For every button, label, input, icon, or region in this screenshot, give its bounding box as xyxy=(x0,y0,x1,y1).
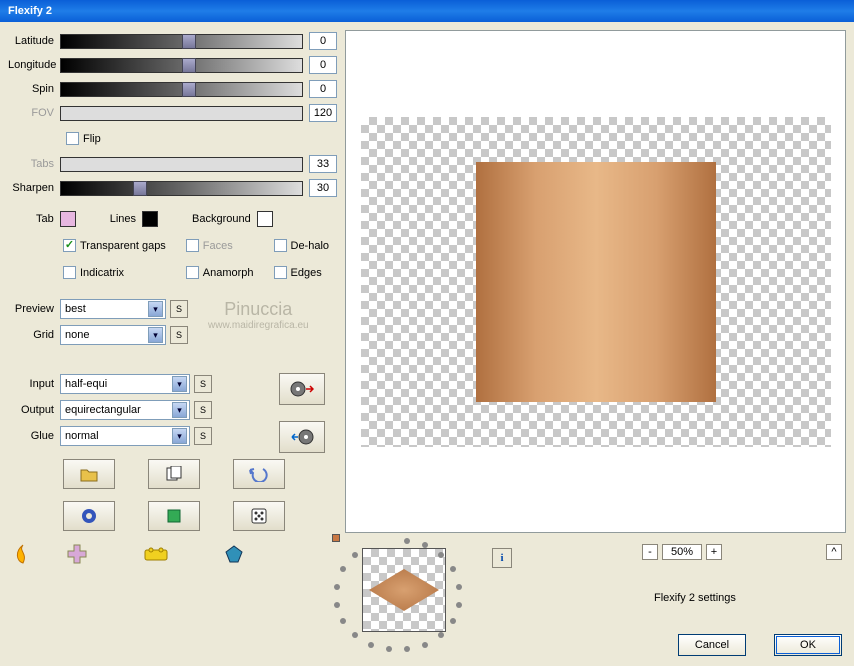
cd-import-button[interactable] xyxy=(279,421,325,453)
cancel-button[interactable]: Cancel xyxy=(678,634,746,656)
tool-torus-button[interactable] xyxy=(63,501,115,531)
sharpen-slider[interactable] xyxy=(60,181,303,196)
sharpen-value[interactable]: 30 xyxy=(309,179,337,197)
chevron-down-icon xyxy=(172,428,187,444)
tab-color-label: Tab xyxy=(36,213,54,225)
tool-open-button[interactable] xyxy=(63,459,115,489)
navigator-thumbnail[interactable] xyxy=(362,548,446,632)
watermark-line2: www.maidiregrafica.eu xyxy=(208,320,309,331)
spin-value[interactable]: 0 xyxy=(309,80,337,98)
anamorph-label: Anamorph xyxy=(203,267,254,279)
glue-s-button[interactable]: S xyxy=(194,427,212,445)
glue-select[interactable]: normal xyxy=(60,426,190,446)
latitude-label: Latitude xyxy=(8,35,60,47)
anamorph-checkbox[interactable] xyxy=(186,266,199,279)
fov-label: FOV xyxy=(8,107,60,119)
input-label: Input xyxy=(8,378,60,390)
edges-checkbox[interactable] xyxy=(274,266,287,279)
background-color-label: Background xyxy=(192,213,251,225)
preview-select[interactable]: best xyxy=(60,299,166,319)
tabs-value[interactable]: 33 xyxy=(309,155,337,173)
flip-label: Flip xyxy=(83,133,101,145)
faces-checkbox xyxy=(186,239,199,252)
sharpen-label: Sharpen xyxy=(8,182,60,194)
faces-label: Faces xyxy=(203,240,233,252)
chevron-down-icon xyxy=(172,376,187,392)
preview-canvas[interactable] xyxy=(361,117,831,447)
navigator-marker[interactable] xyxy=(332,534,340,542)
ok-button[interactable]: OK xyxy=(774,634,842,656)
preview-s-button[interactable]: S xyxy=(170,300,188,318)
output-s-button[interactable]: S xyxy=(194,401,212,419)
tool-square-button[interactable] xyxy=(148,501,200,531)
output-select[interactable]: equirectangular xyxy=(60,400,190,420)
spin-label: Spin xyxy=(8,83,60,95)
tool-undo-button[interactable] xyxy=(233,459,285,489)
transparent-gaps-checkbox[interactable] xyxy=(63,239,76,252)
fov-value[interactable]: 120 xyxy=(309,104,337,122)
glue-label: Glue xyxy=(8,430,60,442)
chevron-down-icon xyxy=(148,301,163,317)
tool-copy-button[interactable] xyxy=(148,459,200,489)
longitude-label: Longitude xyxy=(8,59,60,71)
grid-select[interactable]: none xyxy=(60,325,166,345)
lines-color-swatch[interactable] xyxy=(142,211,158,227)
zoom-value[interactable]: 50% xyxy=(662,544,702,560)
output-label: Output xyxy=(8,404,60,416)
settings-label: Flexify 2 settings xyxy=(654,592,736,604)
lines-color-label: Lines xyxy=(110,213,136,225)
watermark-line1: Pinuccia xyxy=(208,299,309,320)
grid-label: Grid xyxy=(8,329,60,341)
info-button[interactable]: i xyxy=(492,548,512,568)
latitude-value[interactable]: 0 xyxy=(309,32,337,50)
indicatrix-label: Indicatrix xyxy=(80,267,124,279)
spin-slider[interactable] xyxy=(60,82,303,97)
cd-export-button[interactable] xyxy=(279,373,325,405)
zoom-out-button[interactable]: - xyxy=(642,544,658,560)
grid-s-button[interactable]: S xyxy=(170,326,188,344)
dehalo-checkbox[interactable] xyxy=(274,239,287,252)
preview-label: Preview xyxy=(8,303,60,315)
tab-color-swatch[interactable] xyxy=(60,211,76,227)
flip-checkbox[interactable] xyxy=(66,132,79,145)
tabs-label: Tabs xyxy=(8,158,60,170)
longitude-slider[interactable] xyxy=(60,58,303,73)
titlebar: Flexify 2 xyxy=(0,0,854,22)
window-title: Flexify 2 xyxy=(8,5,52,17)
indicatrix-checkbox[interactable] xyxy=(63,266,76,279)
dehalo-label: De-halo xyxy=(291,240,330,252)
tabs-slider xyxy=(60,157,303,172)
collapse-button[interactable]: ^ xyxy=(826,544,842,560)
background-color-swatch[interactable] xyxy=(257,211,273,227)
transparent-gaps-label: Transparent gaps xyxy=(80,240,166,252)
tool-dice-button[interactable] xyxy=(233,501,285,531)
zoom-in-button[interactable]: + xyxy=(706,544,722,560)
edges-label: Edges xyxy=(291,267,322,279)
chevron-down-icon xyxy=(148,327,163,343)
chevron-down-icon xyxy=(172,402,187,418)
preview-image xyxy=(476,162,716,402)
preview-pane xyxy=(345,30,846,533)
longitude-value[interactable]: 0 xyxy=(309,56,337,74)
latitude-slider[interactable] xyxy=(60,34,303,49)
input-s-button[interactable]: S xyxy=(194,375,212,393)
input-select[interactable]: half-equi xyxy=(60,374,190,394)
fov-slider xyxy=(60,106,303,121)
